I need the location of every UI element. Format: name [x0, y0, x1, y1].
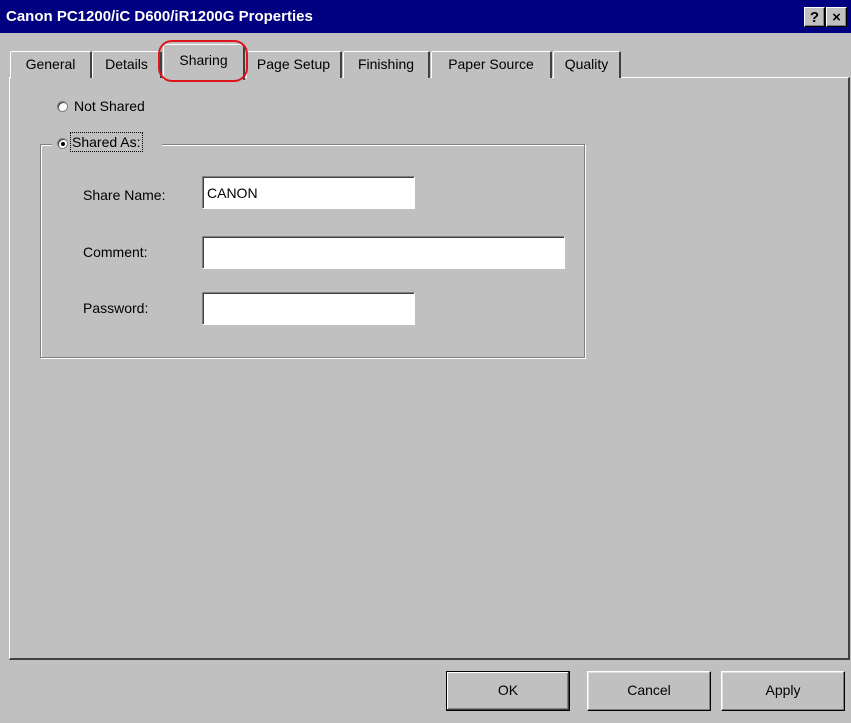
- not-shared-radio[interactable]: [57, 101, 68, 112]
- window-title: Canon PC1200/iC D600/iR1200G Properties: [6, 8, 313, 25]
- comment-input[interactable]: [202, 236, 565, 269]
- title-bar[interactable]: Canon PC1200/iC D600/iR1200G Properties …: [0, 0, 851, 33]
- share-name-input[interactable]: CANON: [202, 176, 415, 209]
- close-button[interactable]: ×: [826, 7, 847, 27]
- tab-quality[interactable]: Quality: [553, 51, 621, 78]
- annotation-highlight-ring: [158, 40, 248, 82]
- password-input[interactable]: [202, 292, 415, 325]
- help-button[interactable]: ?: [804, 7, 825, 27]
- properties-dialog: Canon PC1200/iC D600/iR1200G Properties …: [0, 0, 851, 723]
- tab-details[interactable]: Details: [92, 51, 162, 78]
- tab-paper-source[interactable]: Paper Source: [431, 51, 552, 78]
- shared-as-radio[interactable]: [57, 138, 68, 149]
- ok-button[interactable]: OK: [446, 671, 570, 711]
- tab-page-setup[interactable]: Page Setup: [246, 51, 342, 78]
- shared-as-legend: Shared As:: [52, 132, 162, 155]
- shared-as-label[interactable]: Shared As:: [70, 132, 143, 152]
- tab-finishing[interactable]: Finishing: [343, 51, 430, 78]
- share-name-label: Share Name:: [83, 187, 166, 203]
- apply-button[interactable]: Apply: [721, 671, 845, 711]
- not-shared-label[interactable]: Not Shared: [74, 98, 145, 114]
- comment-label: Comment:: [83, 244, 148, 260]
- cancel-button[interactable]: Cancel: [587, 671, 711, 711]
- tab-general[interactable]: General: [10, 51, 92, 78]
- password-label: Password:: [83, 300, 149, 316]
